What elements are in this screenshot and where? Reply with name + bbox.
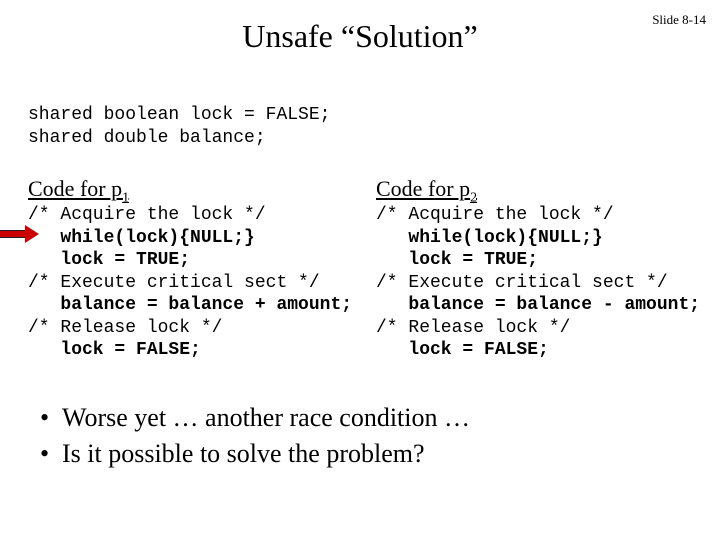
code-line: /* Execute critical sect */ <box>28 273 320 293</box>
bullet-item: • Worse yet … another race condition … <box>40 400 470 436</box>
slide: Slide 8-14 Unsafe “Solution” shared bool… <box>0 0 720 540</box>
bullet-text: Worse yet … another race condition … <box>62 400 470 436</box>
slide-title: Unsafe “Solution” <box>0 18 720 55</box>
bullet-text: Is it possible to solve the problem? <box>62 436 425 472</box>
code-line: lock = TRUE; <box>28 250 190 270</box>
code-line: /* Acquire the lock */ <box>28 205 266 225</box>
code-line: lock = FALSE; <box>376 340 549 360</box>
bullet-dot-icon: • <box>40 400 62 436</box>
shared-declarations: shared boolean lock = FALSE; shared doub… <box>28 104 330 149</box>
code-line: /* Execute critical sect */ <box>376 273 668 293</box>
code-line: /* Release lock */ <box>28 318 222 338</box>
column-2-heading-text: Code for p <box>376 176 470 201</box>
column-2-heading: Code for p2 <box>376 176 477 206</box>
code-block-p1: /* Acquire the lock */ while(lock){NULL;… <box>28 204 352 362</box>
column-1-heading: Code for p1 <box>28 176 129 206</box>
code-line: while(lock){NULL;} <box>376 228 603 248</box>
code-line: lock = TRUE; <box>376 250 538 270</box>
bullet-item: • Is it possible to solve the problem? <box>40 436 470 472</box>
code-line: lock = FALSE; <box>28 340 201 360</box>
bullet-list: • Worse yet … another race condition … •… <box>40 400 470 473</box>
code-line: balance = balance - amount; <box>376 295 700 315</box>
bullet-dot-icon: • <box>40 436 62 472</box>
code-line: balance = balance + amount; <box>28 295 352 315</box>
code-line: while(lock){NULL;} <box>28 228 255 248</box>
code-line: /* Release lock */ <box>376 318 570 338</box>
code-block-p2: /* Acquire the lock */ while(lock){NULL;… <box>376 204 700 362</box>
column-1-heading-text: Code for p <box>28 176 122 201</box>
code-line: /* Acquire the lock */ <box>376 205 614 225</box>
